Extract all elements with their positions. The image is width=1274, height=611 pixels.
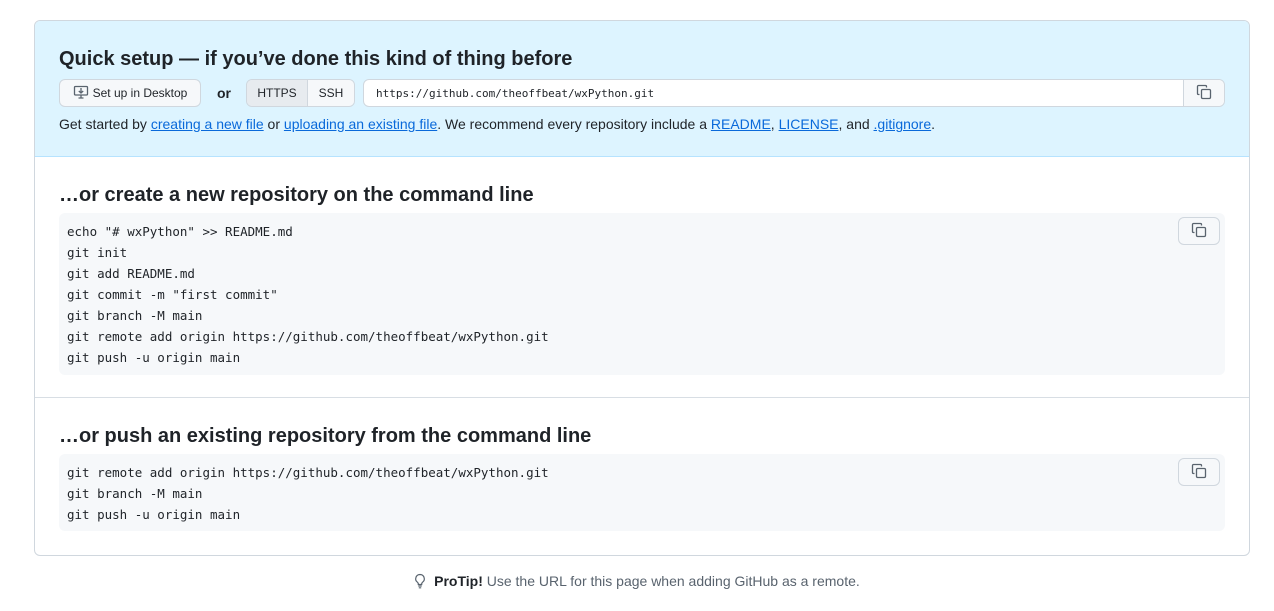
comma-text: , <box>770 116 779 132</box>
or-text: or <box>263 116 284 132</box>
copy-new-repo-button[interactable] <box>1178 217 1220 245</box>
setup-desktop-button[interactable]: Set up in Desktop <box>59 79 201 107</box>
upload-file-link[interactable]: uploading an existing file <box>284 116 437 132</box>
code-line: git push -u origin main <box>67 350 241 365</box>
code-line: git branch -M main <box>67 486 203 501</box>
code-line: git remote add origin https://github.com… <box>67 329 549 344</box>
protip-text: Use the URL for this page when adding Gi… <box>482 573 860 589</box>
clone-url-field <box>363 79 1225 107</box>
get-started-prefix: Get started by <box>59 116 151 132</box>
quick-setup-panel: Quick setup — if you’ve done this kind o… <box>35 21 1249 157</box>
ssh-tab[interactable]: SSH <box>308 80 354 106</box>
section-divider <box>35 397 1249 398</box>
code-line: git init <box>67 245 128 260</box>
push-existing-code[interactable]: git remote add origin https://github.com… <box>59 454 1225 531</box>
or-label: or <box>217 85 231 101</box>
gitignore-link[interactable]: .gitignore <box>874 116 932 132</box>
new-repo-code[interactable]: echo "# wxPython" >> README.md git init gi… <box>59 213 1225 375</box>
readme-link[interactable]: README <box>711 116 771 132</box>
https-tab[interactable]: HTTPS <box>247 80 308 106</box>
create-new-file-link[interactable]: creating a new file <box>151 116 264 132</box>
light-bulb-icon <box>414 573 434 589</box>
desktop-download-icon <box>73 84 89 103</box>
copy-url-button[interactable] <box>1183 80 1224 106</box>
code-line: git remote add origin https://github.com… <box>67 465 549 480</box>
period-text: . <box>931 116 936 132</box>
setup-desktop-label: Set up in Desktop <box>92 86 188 100</box>
copy-icon <box>1191 463 1207 482</box>
code-line: git branch -M main <box>67 308 203 323</box>
code-line: git commit -m "first commit" <box>67 287 278 302</box>
protip: ProTip! Use the URL for this page when a… <box>0 573 1274 589</box>
license-link[interactable]: LICENSE <box>779 116 839 132</box>
new-repo-title: …or create a new repository on the comma… <box>59 184 534 206</box>
recommend-text: . We recommend every repository include … <box>437 116 711 132</box>
push-existing-title: …or push an existing repository from the… <box>59 425 592 447</box>
copy-icon <box>1196 84 1212 103</box>
get-started-text: Get started by creating a new file or up… <box>59 116 935 132</box>
and-text: , and <box>838 116 874 132</box>
code-line: git push -u origin main <box>67 507 241 522</box>
code-line: git add README.md <box>67 266 195 281</box>
protip-label: ProTip! <box>434 573 483 589</box>
copy-push-existing-button[interactable] <box>1178 458 1220 486</box>
copy-icon <box>1191 222 1207 241</box>
quick-setup-title: Quick setup — if you’ve done this kind o… <box>59 48 573 70</box>
quick-setup-box: Quick setup — if you’ve done this kind o… <box>34 20 1250 556</box>
code-line: echo "# wxPython" >> README.md <box>67 224 293 239</box>
protocol-toggle: HTTPS SSH <box>246 79 355 107</box>
clone-url-input[interactable] <box>364 80 1183 106</box>
